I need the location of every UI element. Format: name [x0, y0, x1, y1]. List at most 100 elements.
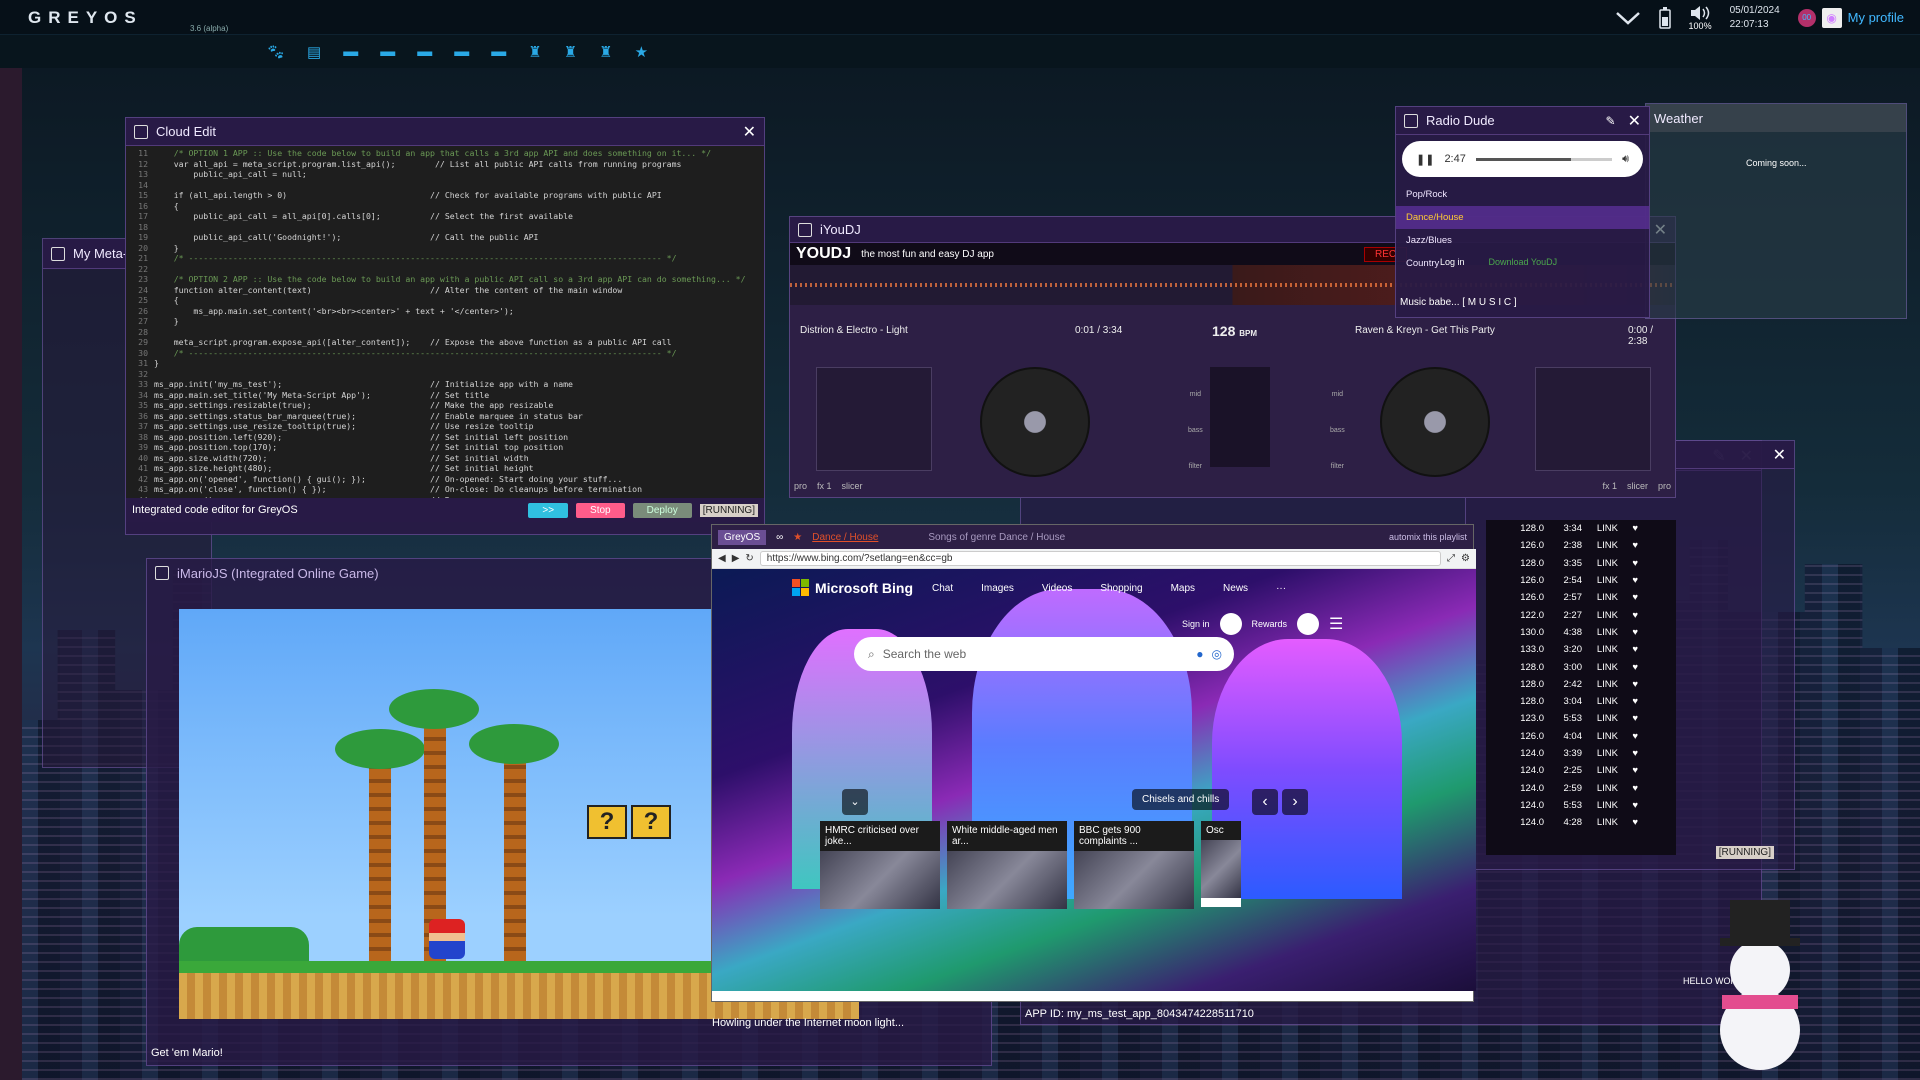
heart-icon[interactable]: ♥ — [1618, 662, 1638, 673]
close-icon[interactable]: ✕ — [1773, 445, 1786, 465]
profile-area[interactable]: 00 ◉ My profile — [1797, 7, 1904, 28]
deck-a-turntable[interactable] — [980, 367, 1090, 477]
link-cell[interactable]: LINK — [1582, 731, 1618, 742]
avatar[interactable]: ◉ — [1821, 7, 1842, 28]
heart-icon[interactable]: ♥ — [1618, 558, 1638, 569]
code-line[interactable]: 29 meta_script.program.expose_api([alter… — [126, 337, 764, 348]
folder-icon[interactable]: ▤ — [307, 43, 321, 61]
code-line[interactable]: 31} — [126, 358, 764, 369]
code-line[interactable]: 11 /* OPTION 1 APP :: Use the code below… — [126, 148, 764, 159]
heart-icon[interactable]: ♥ — [1618, 765, 1638, 776]
bing-nav-item[interactable]: News — [1223, 583, 1248, 594]
refresh-icon[interactable]: ↻ — [745, 553, 753, 564]
genre-link[interactable]: Dance / House — [812, 532, 878, 543]
fx-label[interactable]: fx 1 — [1602, 481, 1617, 491]
code-line[interactable]: 19 public_api_call('Goodnight!'); // Cal… — [126, 232, 764, 243]
code-line[interactable]: 43 ms_app.on('close', function() { }); //… — [126, 484, 764, 495]
robot-icon[interactable]: ♜ — [528, 43, 541, 61]
heart-icon[interactable]: ♥ — [1618, 748, 1638, 759]
code-line[interactable]: 28 — [126, 327, 764, 338]
robot-icon[interactable]: ♜ — [564, 43, 577, 61]
heart-icon[interactable]: ♥ — [1618, 817, 1638, 828]
link-cell[interactable]: LINK — [1582, 644, 1618, 655]
code-line[interactable]: 36 ms_app.settings.status_bar_marquee(tru… — [126, 411, 764, 422]
code-line[interactable]: 14 — [126, 180, 764, 191]
news-card[interactable]: Osc — [1201, 821, 1241, 907]
playlist-row[interactable]: 124.0 5:53 LINK ♥ — [1486, 797, 1676, 814]
genre-item[interactable]: Pop/Rock — [1396, 183, 1649, 206]
playlist-row[interactable]: 126.0 2:54 LINK ♥ — [1486, 572, 1676, 589]
pause-icon[interactable]: ❚❚ — [1416, 153, 1434, 166]
link-cell[interactable]: LINK — [1582, 610, 1618, 621]
code-line[interactable]: 25 { — [126, 295, 764, 306]
pro-label[interactable]: pro — [794, 481, 807, 491]
deploy-button[interactable]: Deploy — [632, 502, 692, 518]
link-cell[interactable]: LINK — [1582, 696, 1618, 707]
heart-icon[interactable]: ♥ — [1618, 713, 1638, 724]
code-line[interactable]: 41 ms_app.size.height(480); // Set initia… — [126, 463, 764, 474]
code-line[interactable]: 15 if (all_api.length > 0) // Check for … — [126, 190, 764, 201]
heart-icon[interactable]: ♥ — [1618, 800, 1638, 811]
audio-player[interactable]: ❚❚ 2:47 🔊︎ — [1402, 141, 1643, 177]
deck-b-pad[interactable] — [1535, 367, 1651, 471]
code-line[interactable]: 22 — [126, 264, 764, 275]
heart-icon[interactable]: ♥ — [1618, 592, 1638, 603]
link-cell[interactable]: LINK — [1582, 575, 1618, 586]
star-icon[interactable]: ★ — [793, 532, 802, 543]
back-icon[interactable]: ◀ — [718, 553, 726, 564]
code-line[interactable]: 12 var all_api = meta_script.program.lis… — [126, 159, 764, 170]
automix-toggle[interactable]: automix this playlist — [1389, 532, 1467, 542]
battery-icon[interactable] — [1658, 6, 1671, 29]
heart-icon[interactable]: ♥ — [1618, 644, 1638, 655]
link-cell[interactable]: LINK — [1582, 523, 1618, 534]
playlist-row[interactable]: 128.0 3:35 LINK ♥ — [1486, 555, 1676, 572]
link-cell[interactable]: LINK — [1582, 783, 1618, 794]
code-line[interactable]: 34 ms_app.main.set_title('My Meta-Script … — [126, 390, 764, 401]
playlist-row[interactable]: 130.0 4:38 LINK ♥ — [1486, 624, 1676, 641]
pro-label[interactable]: pro — [1658, 481, 1671, 491]
code-line[interactable]: 24 function alter_content(text) // Alter… — [126, 285, 764, 296]
crossfader[interactable] — [1210, 367, 1270, 467]
next-icon[interactable]: › — [1282, 789, 1308, 815]
robot-icon[interactable]: ♜ — [599, 43, 612, 61]
bing-nav-item[interactable]: Maps — [1171, 583, 1195, 594]
playlist-row[interactable]: 133.0 3:20 LINK ♥ — [1486, 641, 1676, 658]
settings-icon[interactable]: ⚙ — [1461, 553, 1470, 564]
code-line[interactable]: 30 /* ----------------------------------… — [126, 348, 764, 359]
profile-link[interactable]: My profile — [1848, 10, 1904, 25]
link-cell[interactable]: LINK — [1582, 800, 1618, 811]
progress-bar[interactable] — [1475, 157, 1613, 161]
code-line[interactable]: 18 — [126, 222, 764, 233]
code-line[interactable]: 21 /* ----------------------------------… — [126, 253, 764, 264]
rewards-link[interactable]: Rewards — [1252, 619, 1288, 629]
fx-type[interactable]: slicer — [1627, 481, 1648, 491]
download-link[interactable]: Download YouDJ — [1489, 257, 1558, 267]
playlist-row[interactable]: 124.0 3:39 LINK ♥ — [1486, 745, 1676, 762]
cloud-edit-icon[interactable]: ▬ — [343, 43, 358, 60]
code-line[interactable]: 17 public_api_call = all_api[0].calls[0]… — [126, 211, 764, 222]
fullscreen-icon[interactable]: ⤢ — [1447, 553, 1455, 564]
mic-icon[interactable]: ● — [1196, 647, 1203, 661]
playlist-row[interactable]: 123.0 5:53 LINK ♥ — [1486, 710, 1676, 727]
speaker-icon[interactable]: 🔊︎ — [1622, 153, 1629, 166]
code-line[interactable]: 40 ms_app.size.width(720); // Set initial… — [126, 453, 764, 464]
heart-icon[interactable]: ♥ — [1618, 627, 1638, 638]
news-card[interactable]: White middle-aged men ar... — [947, 821, 1067, 909]
run-button[interactable]: >> — [528, 502, 569, 518]
star-icon[interactable]: ★ — [635, 43, 648, 61]
genre-item[interactable]: Jazz/Blues — [1396, 229, 1649, 252]
location-chip[interactable]: Chisels and chills — [1132, 789, 1230, 810]
link-cell[interactable]: LINK — [1582, 817, 1618, 828]
edit-icon[interactable]: ✎ — [1606, 114, 1616, 128]
trophy-icon[interactable] — [1297, 613, 1320, 635]
browser-icon[interactable]: ▬ — [491, 43, 506, 60]
clock[interactable]: 05/01/2024 22:07:13 — [1730, 4, 1780, 32]
link-cell[interactable]: LINK — [1582, 540, 1618, 551]
collapse-icon[interactable]: ⌄ — [842, 789, 868, 815]
fx-type[interactable]: slicer — [842, 481, 863, 491]
bing-logo[interactable]: Microsoft Bing — [792, 579, 913, 596]
code-line[interactable]: 23 /* OPTION 2 APP :: Use the code below… — [126, 274, 764, 285]
radio-icon[interactable]: ▬ — [454, 43, 469, 60]
code-line[interactable]: 26 ms_app.main.set_content('<br><br><cen… — [126, 306, 764, 317]
bing-nav-item[interactable]: Shopping — [1100, 583, 1142, 594]
